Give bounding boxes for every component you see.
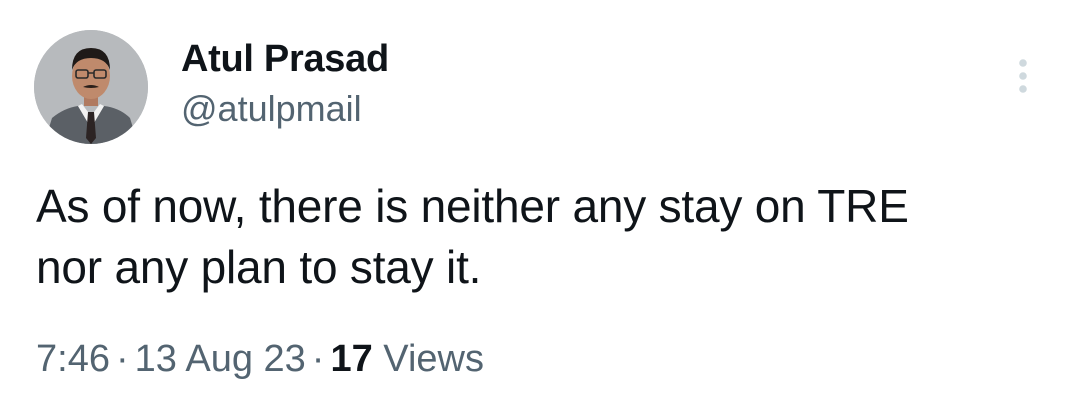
views-count[interactable]: 17 — [330, 338, 372, 380]
tweet-card: Atul Prasad @atulpmail As of now, there … — [0, 0, 1080, 410]
tweet-meta: 7:46 · 13 Aug 23 · 17 Views — [36, 338, 484, 381]
tweet-text-line-2: nor any plan to stay it. — [36, 241, 482, 293]
tweet-date[interactable]: 13 Aug 23 — [135, 338, 306, 380]
avatar-photo — [34, 30, 148, 144]
tweet-time[interactable]: 7:46 — [36, 338, 110, 380]
views-label[interactable]: Views — [383, 338, 484, 380]
more-vertical-icon-graphic — [1019, 59, 1027, 93]
author-handle[interactable]: @atulpmail — [181, 88, 362, 130]
tweet-text-line-1: As of now, there is neither any stay on … — [36, 180, 909, 232]
meta-separator-1: · — [115, 338, 129, 380]
more-vertical-icon[interactable] — [1010, 56, 1036, 96]
tweet-text: As of now, there is neither any stay on … — [36, 176, 1046, 298]
meta-separator-2: · — [311, 338, 325, 380]
avatar[interactable] — [34, 30, 148, 144]
author-name[interactable]: Atul Prasad — [181, 38, 389, 81]
